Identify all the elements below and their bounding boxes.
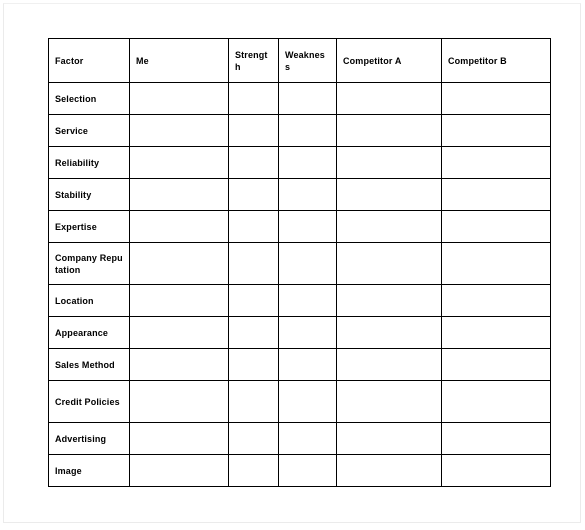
column-header-strength: Strength [228, 38, 279, 83]
table-row: Image [48, 454, 551, 487]
factor-label[interactable]: Advertising [48, 422, 130, 455]
document-page: Factor Me Strength Weakness Competitor A Comp… [3, 3, 581, 523]
cell-compb[interactable] [441, 422, 551, 455]
cell-weakness[interactable] [278, 114, 337, 147]
cell-weakness[interactable] [278, 242, 337, 285]
cell-compb[interactable] [441, 114, 551, 147]
cell-strength[interactable] [228, 178, 279, 211]
table-row: Service [48, 114, 551, 147]
cell-weakness[interactable] [278, 82, 337, 115]
cell-weakness[interactable] [278, 316, 337, 349]
cell-compa[interactable] [336, 380, 442, 423]
table-row: Expertise [48, 210, 551, 243]
cell-compb[interactable] [441, 316, 551, 349]
cell-compb[interactable] [441, 348, 551, 381]
cell-me[interactable] [129, 178, 229, 211]
cell-strength[interactable] [228, 114, 279, 147]
cell-compa[interactable] [336, 454, 442, 487]
cell-compb[interactable] [441, 146, 551, 179]
cell-strength[interactable] [228, 316, 279, 349]
column-header-me: Me [129, 38, 229, 83]
cell-strength[interactable] [228, 422, 279, 455]
cell-compb[interactable] [441, 210, 551, 243]
factor-label[interactable]: Appearance [48, 316, 130, 349]
table-body: Selection Service Reliability Stability Expe… [48, 82, 551, 487]
table-header: Factor Me Strength Weakness Competitor A Comp… [48, 38, 551, 83]
cell-weakness[interactable] [278, 454, 337, 487]
cell-me[interactable] [129, 146, 229, 179]
factor-label[interactable]: Location [48, 284, 130, 317]
factor-label[interactable]: Sales Method [48, 348, 130, 381]
cell-compa[interactable] [336, 114, 442, 147]
factor-label[interactable]: Expertise [48, 210, 130, 243]
table-row: Reliability [48, 146, 551, 179]
cell-me[interactable] [129, 210, 229, 243]
cell-strength[interactable] [228, 454, 279, 487]
cell-me[interactable] [129, 380, 229, 423]
cell-compb[interactable] [441, 454, 551, 487]
cell-weakness[interactable] [278, 178, 337, 211]
table-row: Advertising [48, 422, 551, 455]
cell-compa[interactable] [336, 348, 442, 381]
table-row: Selection [48, 82, 551, 115]
table-row: Company Reputation [48, 242, 551, 285]
cell-strength[interactable] [228, 146, 279, 179]
cell-strength[interactable] [228, 284, 279, 317]
table-row: Appearance [48, 316, 551, 349]
factor-label[interactable]: Reliability [48, 146, 130, 179]
cell-me[interactable] [129, 284, 229, 317]
cell-compb[interactable] [441, 178, 551, 211]
cell-strength[interactable] [228, 82, 279, 115]
column-header-factor: Factor [48, 38, 130, 83]
cell-compa[interactable] [336, 210, 442, 243]
cell-compa[interactable] [336, 422, 442, 455]
cell-me[interactable] [129, 114, 229, 147]
cell-strength[interactable] [228, 242, 279, 285]
cell-me[interactable] [129, 82, 229, 115]
cell-compa[interactable] [336, 284, 442, 317]
cell-me[interactable] [129, 422, 229, 455]
factor-label[interactable]: Selection [48, 82, 130, 115]
cell-me[interactable] [129, 348, 229, 381]
table-row: Location [48, 284, 551, 317]
factor-label[interactable]: Company Reputation [48, 242, 130, 285]
cell-weakness[interactable] [278, 422, 337, 455]
cell-compb[interactable] [441, 284, 551, 317]
cell-weakness[interactable] [278, 146, 337, 179]
cell-weakness[interactable] [278, 380, 337, 423]
cell-strength[interactable] [228, 348, 279, 381]
cell-compa[interactable] [336, 242, 442, 285]
column-header-weakness: Weakness [278, 38, 337, 83]
cell-compb[interactable] [441, 82, 551, 115]
comparison-table: Factor Me Strength Weakness Competitor A Comp… [48, 38, 551, 487]
column-header-compb: Competitor B [441, 38, 551, 83]
cell-compa[interactable] [336, 146, 442, 179]
cell-me[interactable] [129, 316, 229, 349]
cell-weakness[interactable] [278, 284, 337, 317]
table-row: Sales Method [48, 348, 551, 381]
factor-label[interactable]: Service [48, 114, 130, 147]
cell-strength[interactable] [228, 210, 279, 243]
factor-label[interactable]: Image [48, 454, 130, 487]
cell-compa[interactable] [336, 316, 442, 349]
table-row: Stability [48, 178, 551, 211]
table-row: Credit Policies [48, 380, 551, 423]
cell-weakness[interactable] [278, 210, 337, 243]
cell-me[interactable] [129, 242, 229, 285]
factor-label[interactable]: Stability [48, 178, 130, 211]
factor-label[interactable]: Credit Policies [48, 380, 130, 423]
cell-compb[interactable] [441, 242, 551, 285]
cell-compa[interactable] [336, 82, 442, 115]
cell-weakness[interactable] [278, 348, 337, 381]
table-header-row: Factor Me Strength Weakness Competitor A Comp… [48, 38, 551, 83]
cell-me[interactable] [129, 454, 229, 487]
cell-compa[interactable] [336, 178, 442, 211]
comparison-table-container: Factor Me Strength Weakness Competitor A Comp… [48, 38, 551, 487]
column-header-compa: Competitor A [336, 38, 442, 83]
cell-strength[interactable] [228, 380, 279, 423]
cell-compb[interactable] [441, 380, 551, 423]
